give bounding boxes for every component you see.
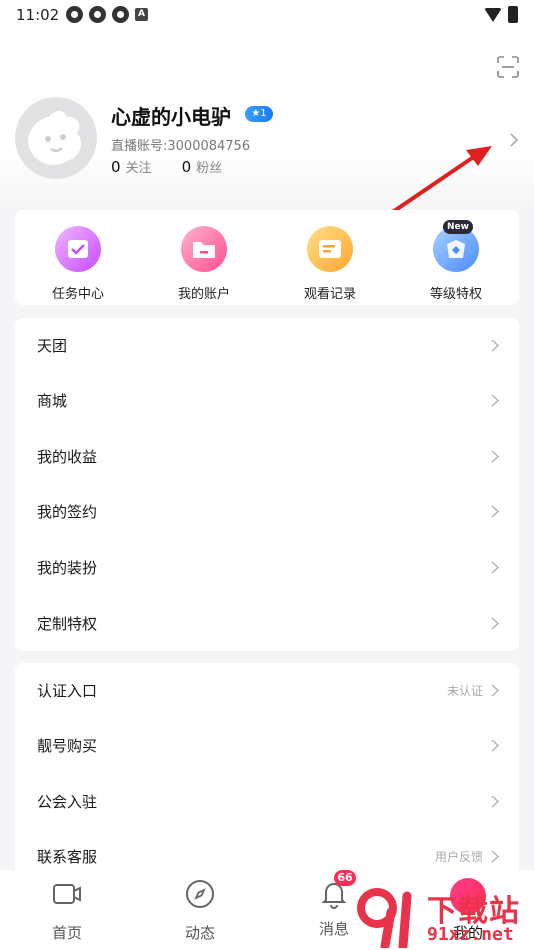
fans-count: 0 (181, 158, 192, 176)
app-notification-icon (66, 6, 83, 23)
following-label: 关注 (125, 161, 152, 176)
menu-card-services: 天团 商城 我的收益 我的签约 我的装扮 定制特权 (15, 318, 519, 651)
message-count-badge: 66 (334, 870, 356, 886)
account-id: 直播账号:3000084756 (111, 139, 251, 154)
app-notification-icon (89, 6, 106, 23)
chevron-right-icon (491, 850, 499, 863)
chevron-right-icon (491, 394, 499, 407)
menu-item-pretty-number[interactable]: 靓号购买 (15, 718, 519, 773)
nickname: 心虚的小电驴 (111, 105, 231, 129)
history-list-icon (307, 226, 353, 272)
chevron-right-icon (491, 450, 499, 463)
profile-chevron-right-icon[interactable] (508, 132, 520, 148)
menu-item-label: 靓号购买 (37, 737, 98, 755)
quick-action-watch-history[interactable]: 观看记录 (280, 226, 380, 302)
menu-item-label: 我的装扮 (37, 559, 98, 577)
fans-stat[interactable]: 0 粉丝 (182, 157, 223, 176)
quick-action-label: 任务中心 (51, 287, 104, 302)
watermark-domain: 91xz.net (427, 924, 514, 945)
status-time: 11:02 (16, 6, 60, 24)
menu-item-label: 定制特权 (37, 615, 98, 633)
chevron-right-icon (491, 561, 499, 574)
menu-item-guild[interactable]: 公会入驻 (15, 774, 519, 829)
quick-action-level-privilege[interactable]: New 等级特权 (406, 220, 506, 302)
system-icons (484, 6, 518, 23)
status-bar: 11:02 A (0, 0, 534, 30)
chevron-right-icon (491, 339, 499, 352)
wifi-icon (484, 7, 502, 22)
menu-item-dressup[interactable]: 我的装扮 (15, 540, 519, 595)
chevron-right-icon (491, 617, 499, 630)
menu-item-verification[interactable]: 认证入口 未认证 (15, 663, 519, 718)
chevron-right-icon (491, 505, 499, 518)
menu-item-earnings[interactable]: 我的收益 (15, 429, 519, 484)
scan-icon[interactable] (497, 56, 519, 78)
level-number: 1 (260, 108, 267, 119)
notification-icons: A (66, 6, 148, 23)
app-notification-icon (112, 6, 129, 23)
chevron-right-icon (491, 739, 499, 752)
menu-card-settings: 认证入口 未认证 靓号购买 公会入驻 联系客服 用户反馈 (15, 663, 519, 893)
quick-actions-card: 任务中心 我的账户 观看记录 New 等级特权 (15, 210, 519, 305)
avatar[interactable] (15, 97, 97, 179)
watermark-logo-icon (357, 888, 412, 948)
compass-icon (186, 880, 214, 908)
video-camera-icon (53, 884, 81, 904)
bell-icon: 66 (318, 870, 356, 910)
feedback-hint: 用户反馈 (434, 850, 483, 864)
nav-label: 首页 (51, 924, 82, 942)
new-badge: New (443, 220, 473, 234)
following-stat[interactable]: 0 关注 (111, 157, 152, 176)
a-notification-icon: A (135, 8, 148, 21)
menu-item-label: 公会入驻 (37, 793, 98, 811)
nav-feed[interactable]: 动态 (160, 878, 240, 943)
quick-action-my-account[interactable]: 我的账户 (154, 226, 254, 302)
menu-item-label: 联系客服 (37, 848, 98, 866)
chevron-right-icon (491, 684, 499, 697)
default-avatar-icon (28, 111, 82, 165)
wallet-folder-icon (181, 226, 227, 272)
nav-home[interactable]: 首页 (27, 878, 107, 943)
menu-item-contracts[interactable]: 我的签约 (15, 484, 519, 539)
nav-label: 动态 (184, 924, 215, 942)
quick-action-label: 等级特权 (429, 287, 482, 302)
quick-action-task-center[interactable]: 任务中心 (28, 226, 128, 302)
quick-action-label: 我的账户 (177, 287, 230, 302)
menu-item-label: 我的签约 (37, 503, 98, 521)
level-badge: ★1 (245, 106, 273, 122)
menu-item-label: 商城 (37, 392, 68, 410)
verification-status: 未认证 (446, 684, 483, 698)
menu-item-custom-privilege[interactable]: 定制特权 (15, 596, 519, 651)
chevron-right-icon (491, 795, 499, 808)
menu-item-label: 认证入口 (37, 682, 98, 700)
calendar-check-icon (55, 226, 101, 272)
following-count: 0 (111, 158, 121, 176)
privilege-crown-icon: New (433, 220, 479, 272)
watermark: 下载站 91xz.net (355, 880, 534, 950)
menu-item-mall[interactable]: 商城 (15, 373, 519, 428)
menu-item-label: 我的收益 (37, 448, 98, 466)
menu-item-label: 天团 (37, 337, 68, 355)
menu-item-tiantuan[interactable]: 天团 (15, 318, 519, 373)
fans-label: 粉丝 (196, 161, 223, 176)
follow-stats: 0 关注 0 粉丝 (111, 157, 222, 176)
battery-icon (508, 6, 518, 23)
quick-action-label: 观看记录 (303, 287, 356, 302)
